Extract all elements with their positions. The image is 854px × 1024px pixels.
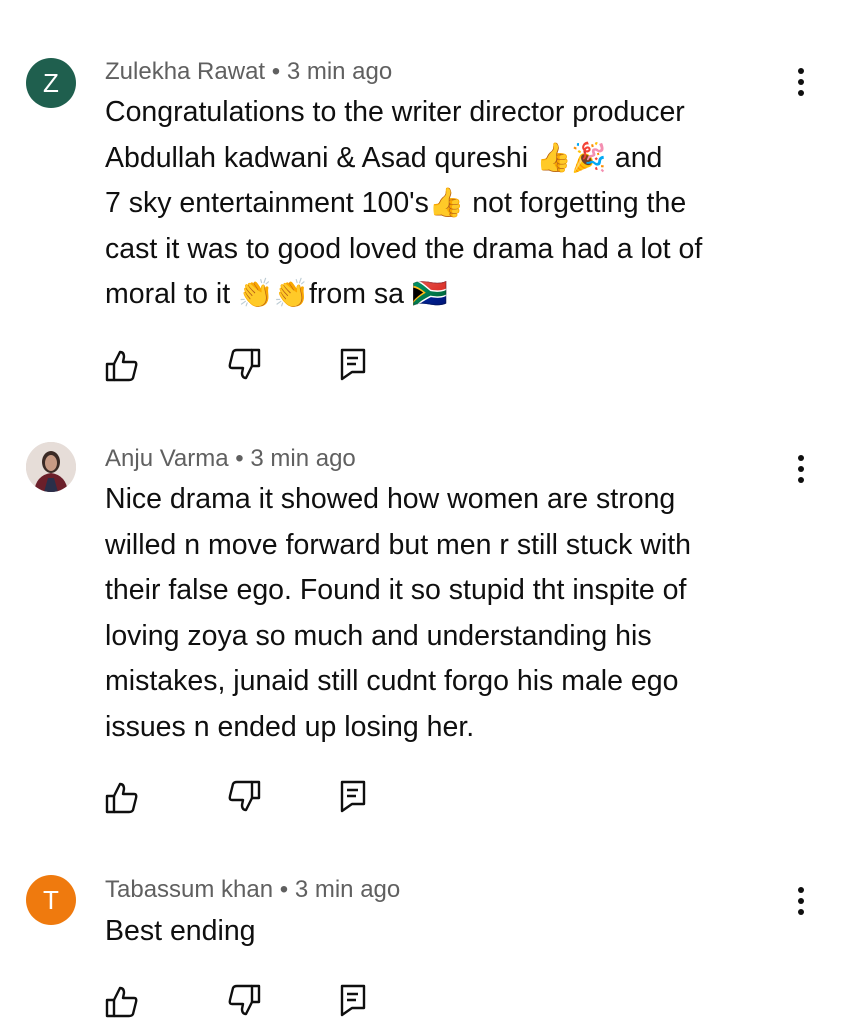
dislike-button[interactable]: [226, 346, 262, 382]
meta-separator: •: [279, 876, 289, 903]
thumb-down-icon: [228, 348, 261, 380]
reply-comment-icon: [340, 984, 366, 1017]
author-name[interactable]: Zulekha Rawat: [105, 58, 265, 85]
avatar[interactable]: Z: [26, 58, 76, 108]
thumb-down-icon: [228, 780, 261, 812]
more-options-button[interactable]: [786, 881, 816, 921]
comment-text: Best ending: [105, 915, 256, 947]
comment-item: Z Zulekha Rawat • 3 min ago Congratulati…: [0, 0, 854, 400]
meta-separator: •: [235, 445, 244, 472]
author-name[interactable]: Tabassum khan: [105, 876, 273, 903]
more-options-button[interactable]: [786, 449, 816, 489]
timestamp: 3 min ago: [294, 876, 401, 903]
avatar-letter: T: [43, 884, 59, 915]
thumb-up-icon: [105, 986, 138, 1018]
dislike-button[interactable]: [226, 982, 262, 1018]
comment-meta: Anju Varma • 3 min ago: [105, 444, 356, 474]
timestamp: 3 min ago: [250, 445, 356, 472]
meta-separator: •: [271, 58, 281, 85]
thumb-up-icon: [105, 350, 138, 382]
like-button[interactable]: [104, 780, 140, 816]
thumb-up-icon: [105, 782, 138, 814]
dislike-button[interactable]: [226, 778, 262, 814]
reply-comment-icon: [340, 348, 366, 381]
author-name[interactable]: Anju Varma: [105, 445, 229, 472]
reply-button[interactable]: [336, 778, 372, 814]
timestamp: 3 min ago: [286, 58, 393, 85]
comment-meta: Tabassum khan • 3 min ago: [105, 875, 400, 905]
comment-text: Congratulations to the writer director p…: [105, 96, 703, 310]
like-button[interactable]: [104, 348, 140, 384]
comment-text: Nice drama it showed how women are stron…: [105, 483, 692, 743]
avatar-letter: Z: [43, 67, 59, 98]
reply-button[interactable]: [336, 346, 372, 382]
more-vertical-icon: [798, 887, 804, 893]
reply-button[interactable]: [336, 982, 372, 1018]
reply-comment-icon: [340, 780, 366, 813]
user-photo-icon: [26, 442, 76, 492]
comment-item: T Tabassum khan • 3 min ago Best ending: [0, 840, 854, 1024]
comment-meta: Zulekha Rawat • 3 min ago: [105, 57, 392, 87]
thumb-down-icon: [228, 984, 261, 1016]
more-vertical-icon: [798, 455, 804, 461]
comment-item: Anju Varma • 3 min ago Nice drama it sho…: [0, 400, 854, 840]
avatar[interactable]: [26, 442, 76, 492]
more-options-button[interactable]: [786, 62, 816, 102]
like-button[interactable]: [104, 984, 140, 1020]
more-vertical-icon: [798, 68, 804, 74]
avatar[interactable]: T: [26, 875, 76, 925]
